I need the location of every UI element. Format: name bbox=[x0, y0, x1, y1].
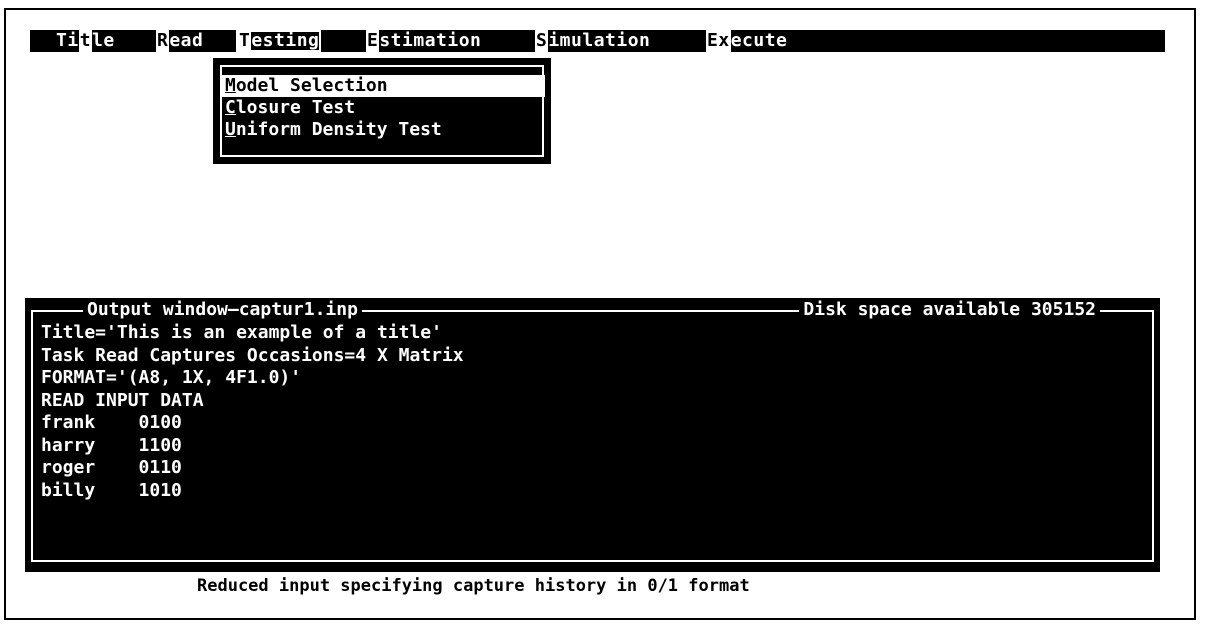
menu-title-hotkey: t bbox=[78, 30, 93, 52]
status-caption: Reduced input specifying capture history… bbox=[197, 576, 750, 596]
menu-item-uniform-density-test[interactable]: Uniform Density Test bbox=[221, 119, 545, 141]
closure-test-label: losure Test bbox=[235, 97, 356, 118]
menu-testing[interactable]: Testing bbox=[236, 30, 322, 52]
output-line: billy 1010 bbox=[41, 479, 182, 501]
menu-item-model-selection[interactable]: Model Selection bbox=[221, 75, 545, 97]
menu-estimation-post: stimation bbox=[379, 30, 482, 51]
uniform-density-hotkey: U bbox=[225, 119, 236, 140]
uniform-density-label: niform Density Test bbox=[235, 119, 442, 140]
output-line: harry 1100 bbox=[41, 434, 182, 456]
menu-testing-post: esting bbox=[251, 30, 320, 51]
menu-execute-hotkey: Ex bbox=[706, 30, 731, 52]
menu-read-post: ead bbox=[169, 30, 204, 51]
model-selection-label: odel Selection bbox=[235, 75, 388, 96]
menu-execute[interactable]: Execute bbox=[706, 30, 787, 52]
disk-space-label: Disk space available 305152 bbox=[799, 300, 1100, 320]
output-line: Task Read Captures Occasions=4 X Matrix bbox=[41, 344, 464, 366]
output-line: roger 0110 bbox=[41, 457, 182, 478]
output-line: frank 0100 bbox=[41, 412, 182, 433]
output-line: FORMAT='(A8, 1X, 4F1.0)' bbox=[41, 367, 302, 388]
model-selection-hotkey: M bbox=[225, 75, 236, 96]
testing-dropdown-menu: Model Selection Closure Test Uniform Den… bbox=[213, 58, 551, 164]
menu-read-hotkey: R bbox=[156, 30, 170, 52]
menu-bar: Title Read Testing Estimation Simulation… bbox=[30, 30, 1165, 52]
menu-simulation-post: imulation bbox=[548, 30, 651, 51]
menu-estimation-hotkey: E bbox=[366, 30, 380, 52]
menu-testing-hotkey: T bbox=[238, 30, 252, 52]
menu-title-pre: Ti bbox=[56, 30, 79, 51]
menu-item-closure-test[interactable]: Closure Test bbox=[221, 97, 545, 119]
menu-simulation-hotkey: S bbox=[535, 30, 549, 52]
menu-title-post: le bbox=[92, 30, 115, 51]
output-text-area[interactable]: Title='This is an example of a title' Ta… bbox=[41, 322, 1140, 502]
menu-simulation[interactable]: Simulation bbox=[535, 30, 650, 52]
output-window: Output window—captur1.inp Disk space ava… bbox=[25, 298, 1160, 572]
menu-title[interactable]: Title bbox=[56, 30, 115, 52]
menu-estimation[interactable]: Estimation bbox=[366, 30, 481, 52]
output-line: READ INPUT DATA bbox=[41, 389, 204, 411]
menu-read[interactable]: Read bbox=[156, 30, 203, 52]
menu-execute-post: ecute bbox=[730, 30, 788, 51]
closure-test-hotkey: C bbox=[225, 97, 236, 118]
output-line: Title='This is an example of a title' bbox=[41, 322, 442, 343]
output-window-title: Output window—captur1.inp bbox=[83, 300, 362, 320]
